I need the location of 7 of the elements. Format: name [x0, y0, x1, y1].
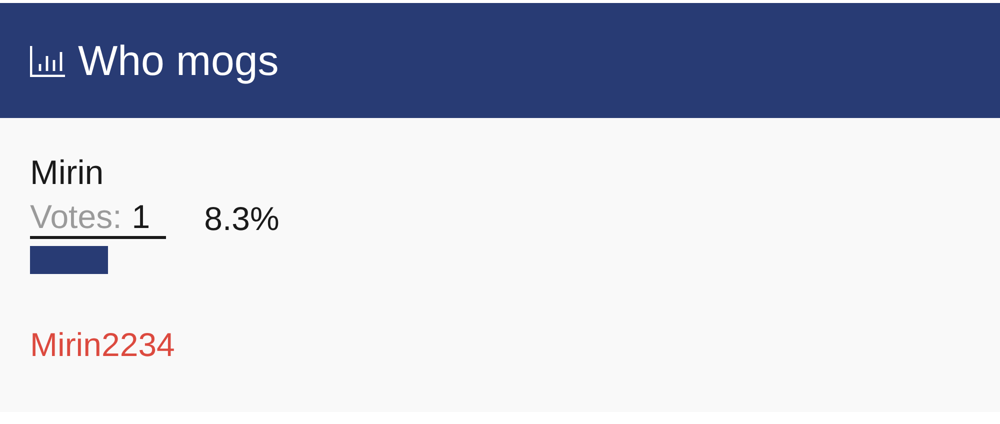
- poll-title: Who mogs: [78, 36, 279, 84]
- vote-count: 1: [132, 198, 150, 236]
- votes-label: Votes:: [30, 198, 122, 236]
- bar-chart-icon: [30, 44, 66, 76]
- option-name: Mirin: [30, 153, 105, 194]
- vote-percentage: 8.3%: [204, 199, 280, 239]
- user-link[interactable]: Mirin2234: [30, 326, 175, 364]
